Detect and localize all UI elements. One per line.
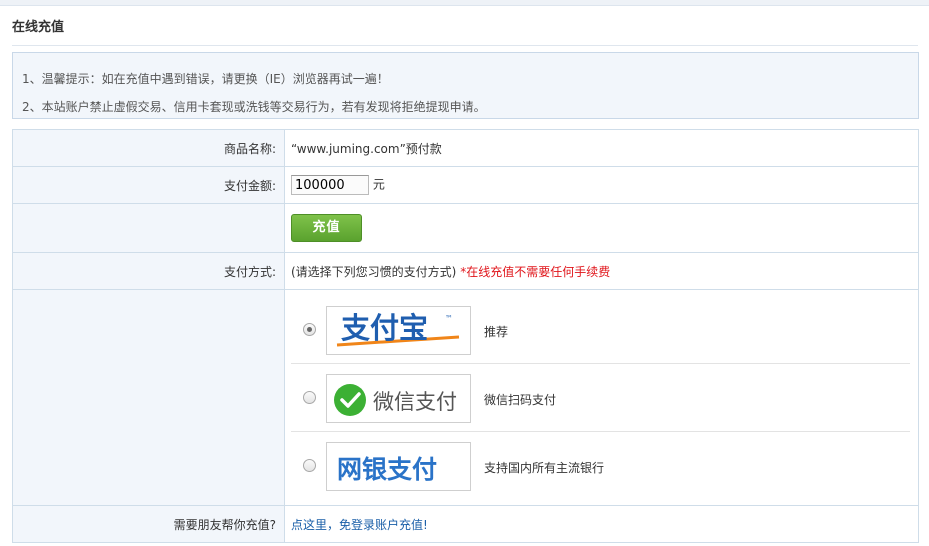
method-fee-note: *在线充值不需要任何手续费 (460, 264, 611, 279)
top-rule (0, 0, 929, 6)
tip-line-2: 2、本站账户禁止虚假交易、信用卡套现或洗钱等交易行为，若有发现将拒绝提现申请。 (22, 100, 486, 114)
bank-description: 支持国内所有主流银行 (484, 461, 605, 475)
recharge-button[interactable]: 充值 (291, 214, 362, 242)
amount-input[interactable] (291, 175, 369, 195)
friend-recharge-link[interactable]: 点这里，免登录账户充值! (291, 518, 428, 532)
bank-radio[interactable] (303, 459, 316, 472)
tip-line-1: 1、温馨提示：如在充值中遇到错误，请更换（IE）浏览器再试一遍！ (22, 72, 389, 86)
friend-row: 需要朋友帮你充值? 点这里，免登录账户充值! (12, 505, 919, 543)
panel-title: 在线充值 (12, 16, 918, 46)
method-hint: (请选择下列您习惯的支付方式) (291, 264, 457, 279)
wechat-pay-logo-icon[interactable]: 微信支付 (326, 374, 471, 423)
wechat-radio[interactable] (303, 391, 316, 404)
alipay-logo-icon[interactable]: 支付宝 ™ (326, 306, 471, 355)
method-row: 支付方式: (请选择下列您习惯的支付方式) *在线充值不需要任何手续费 (12, 252, 919, 290)
alipay-description: 推荐 (484, 325, 509, 339)
bank-logo-text: 网银支付 (337, 455, 437, 484)
product-value: “www.juming.com”预付款 (284, 129, 919, 167)
options-row-label (12, 289, 285, 506)
amount-label: 支付金额: (12, 166, 285, 204)
payment-option-alipay[interactable]: 支付宝 ™ 推荐 (291, 296, 910, 364)
alipay-logo-text: 支付宝 (341, 311, 428, 345)
friend-label: 需要朋友帮你充值? (12, 505, 285, 543)
amount-unit: 元 (372, 177, 385, 192)
wechat-logo-text: 微信支付 (373, 390, 457, 414)
method-label: 支付方式: (12, 252, 285, 290)
amount-row: 支付金额: 元 (12, 166, 919, 204)
tips-box: 1、温馨提示：如在充值中遇到错误，请更换（IE）浏览器再试一遍！ 2、本站账户禁… (12, 52, 919, 119)
product-row: 商品名称: “www.juming.com”预付款 (12, 129, 919, 167)
online-banking-logo-icon[interactable]: 网银支付 (326, 442, 471, 491)
options-row: 支付宝 ™ 推荐 微信支付 微信扫码支付 网银支付 支持国内所有主流银行 (12, 289, 919, 506)
wechat-description: 微信扫码支付 (484, 393, 557, 407)
product-label: 商品名称: (12, 129, 285, 167)
button-row-label (12, 203, 285, 253)
payment-option-wechat[interactable]: 微信支付 微信扫码支付 (291, 364, 910, 432)
alipay-logo-mark: ™ (445, 314, 453, 323)
alipay-radio[interactable] (303, 323, 316, 336)
button-row: 充值 (12, 203, 919, 253)
recharge-form: 商品名称: “www.juming.com”预付款 支付金额: 元 充值 支付方… (12, 129, 919, 543)
payment-option-bank[interactable]: 网银支付 支持国内所有主流银行 (291, 432, 910, 500)
